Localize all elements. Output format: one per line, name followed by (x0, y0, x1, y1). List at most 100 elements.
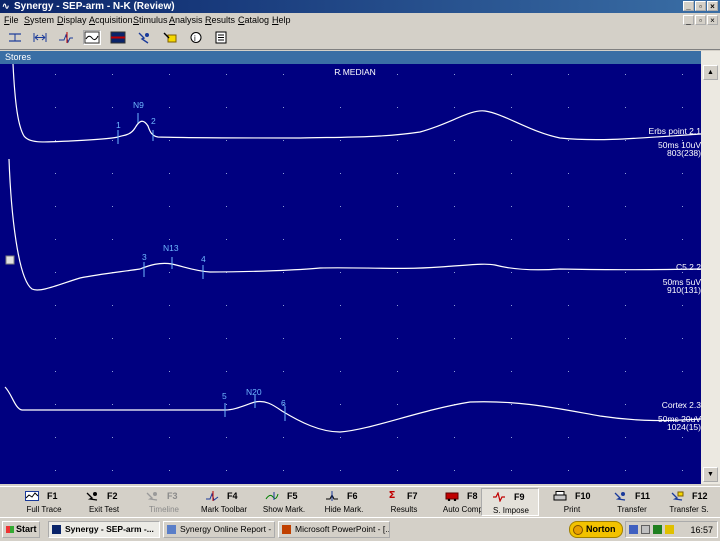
grid-dot (283, 437, 284, 438)
fkey-timeline[interactable]: F3 Timeline (135, 488, 193, 516)
grid-dot (397, 338, 398, 339)
grid-dot (625, 404, 626, 405)
grid-dot (454, 206, 455, 207)
menu-acquisition[interactable]: Acquisition (89, 14, 133, 26)
grid-dot (55, 140, 56, 141)
interval-tool-button[interactable] (31, 30, 49, 45)
scroll-down-button[interactable]: ▼ (703, 467, 718, 482)
trace-view-button[interactable] (83, 30, 101, 45)
scroll-up-button[interactable]: ▲ (703, 65, 718, 80)
grid-dot (397, 173, 398, 174)
menu-system[interactable]: System (24, 14, 54, 26)
grid-dot (568, 107, 569, 108)
maximize-button[interactable]: ▫ (695, 1, 706, 11)
function-key-bar: F1 Full Trace F2 Exit Test F3 Timeline F… (0, 486, 720, 517)
minimize-button[interactable]: _ (683, 1, 694, 11)
task-synergy-report[interactable]: Synergy Online Report - ... (163, 521, 275, 538)
menu-help[interactable]: Help (272, 14, 291, 26)
report-tool-icon (215, 31, 227, 44)
grid-dot (112, 404, 113, 405)
interval-tool-icon (33, 33, 47, 42)
info-tool-icon: i (190, 32, 202, 43)
split-view-icon (110, 31, 126, 44)
grid-dot (112, 305, 113, 306)
mdi-restore-button[interactable]: ▫ (695, 15, 706, 25)
exit-test-icon (86, 492, 98, 501)
highlight-tool-button[interactable] (161, 30, 179, 45)
fkey-transfer[interactable]: F11 Transfer (603, 488, 661, 516)
waveform-plot[interactable]: R MEDIAN 1 N9 2 Erbs point 2.1 50ms 10uV… (0, 64, 701, 484)
stimulus-tool-button[interactable] (135, 30, 153, 45)
fkey-hide-marks[interactable]: F6 Hide Mark. (315, 488, 373, 516)
trace-cortex (4, 386, 701, 433)
grid-dot (169, 470, 170, 471)
fkey-exit-test[interactable]: F2 Exit Test (75, 488, 133, 516)
grid-dot (568, 470, 569, 471)
grid-dot (625, 239, 626, 240)
mdi-close-button[interactable]: × (707, 15, 718, 25)
tray-app-icon[interactable] (653, 525, 662, 534)
powerpoint-app-icon (282, 525, 291, 534)
start-button[interactable]: Start (2, 521, 40, 538)
report-tool-button[interactable] (212, 30, 230, 45)
grid-dot (283, 173, 284, 174)
menu-catalog[interactable]: Catalog (238, 14, 269, 26)
mdi-minimize-button[interactable]: _ (683, 15, 694, 25)
fkey-mark-toolbar[interactable]: F4 Mark Toolbar (195, 488, 253, 516)
fkey-results[interactable]: Σ F7 Results (375, 488, 433, 516)
grid-dot (511, 239, 512, 240)
grid-dot (568, 404, 569, 405)
task-synergy[interactable]: Synergy - SEP-arm -... (48, 521, 160, 538)
fkey-superimpose[interactable]: F9 S. Impose (481, 488, 539, 516)
trace-erbs-name: Erbs point 2.1 (649, 126, 701, 136)
grid-dot (625, 371, 626, 372)
cursor-tool-icon (9, 33, 21, 42)
grid-dot (340, 371, 341, 372)
info-tool-button[interactable]: i (187, 30, 205, 45)
grid-dot (568, 338, 569, 339)
grid-dot (283, 470, 284, 471)
fkey-code: F10 (575, 491, 591, 501)
menu-results[interactable]: Results (205, 14, 235, 26)
menu-stimulus[interactable]: Stimulus (133, 14, 168, 26)
stores-title: Stores (5, 52, 32, 62)
grid-dot (112, 437, 113, 438)
toolbar: i (0, 27, 720, 50)
trace-select-handle[interactable] (5, 255, 15, 265)
grid-dot (454, 371, 455, 372)
fkey-print[interactable]: F10 Print (543, 488, 601, 516)
grid-dot (112, 371, 113, 372)
grid-dot (283, 338, 284, 339)
fkey-label: Transfer S. (669, 505, 709, 514)
tray-volume-icon[interactable] (641, 525, 650, 534)
close-button[interactable]: × (707, 1, 718, 11)
grid-dot (55, 173, 56, 174)
menu-analysis[interactable]: Analysis (169, 14, 203, 26)
menu-display[interactable]: Display (57, 14, 87, 26)
marker-tool-button[interactable] (57, 30, 75, 45)
grid-dot (340, 470, 341, 471)
norton-button[interactable]: Norton (569, 521, 623, 538)
hide-marks-icon (326, 491, 338, 501)
menu-file[interactable]: File (4, 14, 19, 26)
grid-dot (397, 272, 398, 273)
fkey-transfer-s[interactable]: F12 Transfer S. (660, 488, 718, 516)
split-view-button[interactable] (109, 30, 127, 45)
fkey-code: F7 (407, 491, 418, 501)
grid-dot (340, 206, 341, 207)
grid-dot (283, 371, 284, 372)
grid-dot (169, 404, 170, 405)
cursor-tool-button[interactable] (6, 30, 24, 45)
vertical-scrollbar[interactable]: ▲ ▼ (701, 51, 720, 484)
task-powerpoint[interactable]: Microsoft PowerPoint - [... (278, 521, 390, 538)
grid-dot (397, 107, 398, 108)
tray-network-icon[interactable] (629, 525, 638, 534)
show-marks-icon (265, 492, 279, 500)
grid-dot (454, 239, 455, 240)
fkey-full-trace[interactable]: F1 Full Trace (15, 488, 73, 516)
fkey-code: F4 (227, 491, 238, 501)
fkey-show-marks[interactable]: F5 Show Mark. (255, 488, 313, 516)
grid-dot (55, 272, 56, 273)
tray-norton-icon[interactable] (665, 525, 674, 534)
grid-dot (511, 74, 512, 75)
